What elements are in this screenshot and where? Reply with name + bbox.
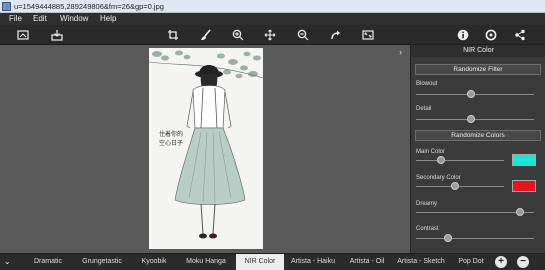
filter-tab-artista-oil[interactable]: Artista - Oil — [343, 254, 391, 270]
filter-panel: NIR Color Randomize Filter Blowout Detai… — [410, 45, 545, 253]
secondary-color-thumb[interactable] — [450, 182, 459, 190]
window-title: u=1549444885,289249806&fm=26&gp=0.jpg — [14, 2, 164, 11]
detail-label: Detail — [416, 106, 432, 112]
contrast-thumb[interactable] — [443, 234, 452, 242]
toolbar — [0, 25, 545, 45]
menu-file[interactable]: File — [9, 13, 22, 25]
filter-tab-artista-sketch[interactable]: Artista - Sketch — [393, 254, 449, 270]
detail-thumb[interactable] — [467, 115, 476, 123]
menu-help[interactable]: Help — [100, 13, 116, 25]
dreamy-thumb[interactable] — [515, 208, 524, 216]
filter-tab-kyoobik[interactable]: Kyoobik — [134, 254, 174, 270]
filter-filmstrip: ⌄ Dramatic Grungetastic Kyoobik Moku Han… — [0, 253, 545, 270]
menu-window[interactable]: Window — [60, 13, 88, 25]
blowout-thumb[interactable] — [467, 90, 476, 98]
image-canvas[interactable]: 住着你的 空心日子 › — [0, 45, 410, 253]
contrast-slider[interactable] — [416, 234, 534, 242]
main-color-label: Main Color — [416, 149, 446, 155]
secondary-color-swatch[interactable] — [512, 180, 536, 192]
redo-icon[interactable] — [329, 28, 343, 42]
menu-edit[interactable]: Edit — [33, 13, 47, 25]
zoom-in-icon[interactable] — [231, 28, 245, 42]
add-filter-button[interactable]: + — [495, 256, 507, 268]
randomize-colors-button[interactable]: Randomize Colors — [415, 130, 541, 141]
filter-tab-pop-dot[interactable]: Pop Dot — [453, 254, 489, 270]
photo-handwriting-line-2: 空心日子 — [159, 139, 183, 147]
photo-handwriting-line-1: 住着你的 — [159, 130, 183, 138]
panel-collapse-icon[interactable]: › — [399, 48, 407, 57]
brush-icon[interactable] — [199, 28, 213, 42]
dreamy-slider[interactable] — [416, 208, 534, 216]
edited-photo: 住着你的 空心日子 — [149, 48, 263, 249]
chevron-down-icon[interactable]: ⌄ — [4, 257, 14, 267]
main-color-thumb[interactable] — [436, 156, 445, 164]
secondary-color-label: Secondary Color — [416, 175, 461, 181]
info-icon[interactable] — [456, 28, 470, 42]
blowout-slider[interactable] — [416, 90, 534, 98]
blowout-label: Blowout — [416, 81, 438, 87]
filter-tab-dramatic[interactable]: Dramatic — [26, 254, 70, 270]
filter-tab-moku-hanga[interactable]: Moku Hanga — [180, 254, 232, 270]
panel-title: NIR Color — [411, 45, 545, 57]
remove-filter-button[interactable]: − — [517, 256, 529, 268]
zoom-out-icon[interactable] — [296, 28, 310, 42]
randomize-filter-button[interactable]: Randomize Filter — [415, 64, 541, 75]
photo-illustration: 住着你的 空心日子 — [149, 50, 263, 239]
filter-tab-grungetastic[interactable]: Grungetastic — [76, 254, 128, 270]
filter-tab-artista-haiku[interactable]: Artista - Haiku — [286, 254, 340, 270]
move-icon[interactable] — [263, 28, 277, 42]
dreamy-label: Dreamy — [416, 201, 438, 207]
secondary-color-slider[interactable] — [416, 182, 504, 190]
detail-slider[interactable] — [416, 115, 534, 123]
compare-icon[interactable] — [16, 28, 30, 42]
menu-bar: File Edit Window Help — [0, 13, 545, 25]
app-icon — [2, 2, 11, 11]
filter-tab-nir-color[interactable]: NIR Color — [236, 254, 284, 270]
share-icon[interactable] — [513, 28, 527, 42]
export-icon[interactable] — [50, 28, 64, 42]
main-color-swatch[interactable] — [512, 154, 536, 166]
window-titlebar: u=1549444885,289249806&fm=26&gp=0.jpg — [0, 0, 545, 13]
settings-icon[interactable] — [484, 28, 498, 42]
main-color-slider[interactable] — [416, 156, 504, 164]
crop-icon[interactable] — [166, 28, 180, 42]
contrast-label: Contrast — [416, 226, 439, 232]
fit-icon[interactable] — [361, 28, 375, 42]
